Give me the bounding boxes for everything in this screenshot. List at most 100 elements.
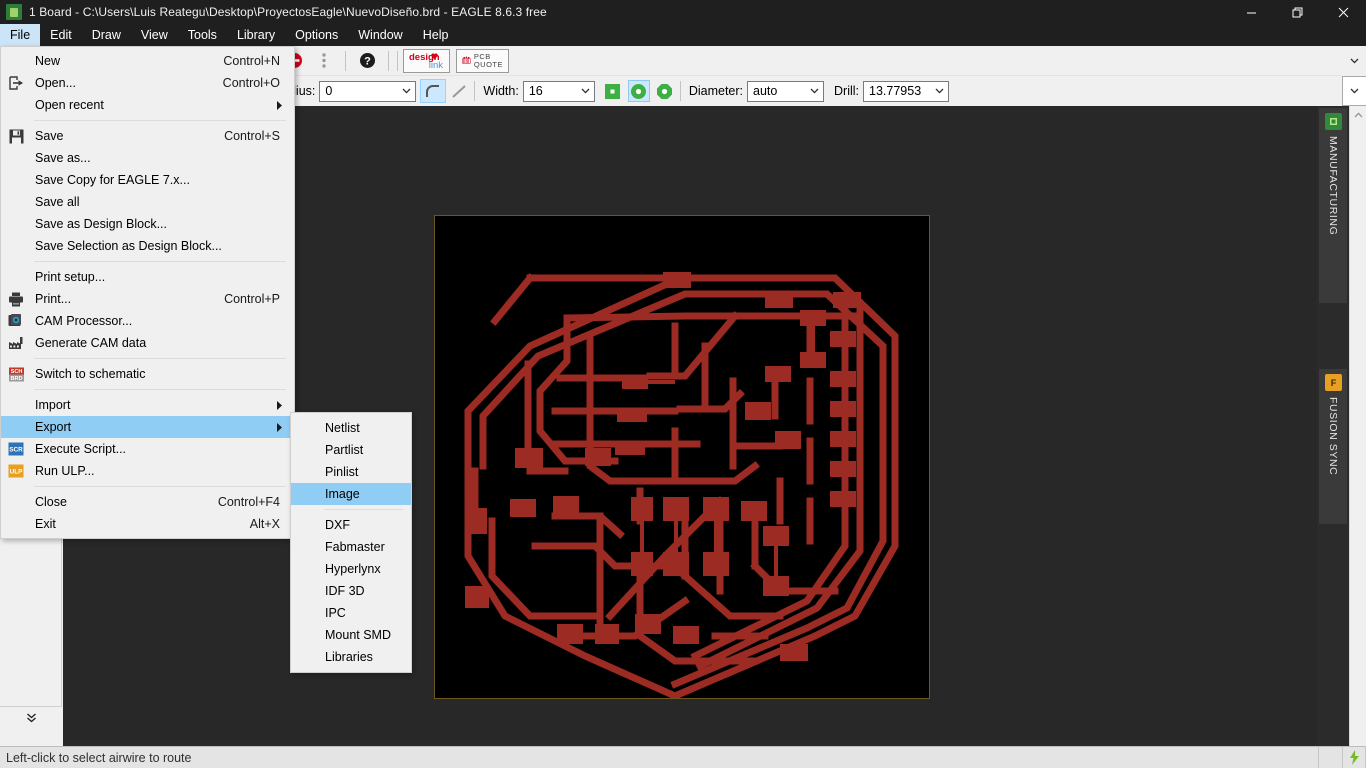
pad-octagon-icon[interactable] bbox=[654, 80, 676, 102]
export-menu-item-dxf[interactable]: DXF bbox=[291, 514, 411, 536]
file-menu-label-save-selection-as-design-block: Save Selection as Design Block... bbox=[35, 239, 222, 253]
menu-window[interactable]: Window bbox=[348, 24, 412, 46]
no-icon bbox=[1, 191, 31, 213]
export-menu-item-idf3d[interactable]: IDF 3D bbox=[291, 580, 411, 602]
file-menu-item-run-ulp[interactable]: ULP Run ULP... bbox=[1, 460, 294, 482]
chevron-up-icon[interactable] bbox=[1350, 106, 1366, 123]
design-link-label-bottom: link bbox=[428, 59, 443, 71]
restore-icon[interactable] bbox=[1274, 0, 1320, 24]
menu-bar: File Edit Draw View Tools Library Option… bbox=[0, 24, 1366, 46]
chevron-down-icon[interactable] bbox=[398, 82, 415, 101]
file-menu-item-open-recent[interactable]: Open recent bbox=[1, 94, 294, 116]
file-menu-item-export[interactable]: Export bbox=[1, 416, 294, 438]
file-menu-label-exit: Exit bbox=[35, 517, 56, 531]
menu-draw[interactable]: Draw bbox=[82, 24, 131, 46]
chevron-down-icon[interactable] bbox=[931, 82, 948, 101]
pcb-traces bbox=[464, 272, 899, 698]
file-menu-item-new[interactable]: New Control+N bbox=[1, 50, 294, 72]
pad-square-icon[interactable] bbox=[602, 80, 624, 102]
eagle-brd-icon bbox=[6, 4, 22, 20]
status-cell-blank bbox=[1318, 746, 1342, 768]
file-menu-item-close[interactable]: Close Control+F4 bbox=[1, 491, 294, 513]
pcb-board[interactable] bbox=[434, 215, 930, 699]
pad-round-icon[interactable] bbox=[627, 80, 650, 102]
svg-text:F: F bbox=[1330, 378, 1336, 388]
design-link-button[interactable]: design link bbox=[403, 48, 450, 73]
round-miter-icon[interactable] bbox=[420, 79, 447, 103]
export-menu-item-libraries[interactable]: Libraries bbox=[291, 646, 411, 668]
file-menu-label-switch-to-schematic: Switch to schematic bbox=[35, 367, 146, 381]
diameter-value: auto bbox=[753, 84, 778, 98]
menu-options[interactable]: Options bbox=[285, 24, 348, 46]
drill-combo[interactable]: 13.77953 bbox=[863, 80, 950, 102]
svg-text:SCH: SCH bbox=[10, 369, 22, 375]
file-menu-item-save-as[interactable]: Save as... bbox=[1, 147, 294, 169]
submenu-arrow-icon bbox=[277, 394, 282, 416]
radius-combo[interactable]: 0 bbox=[319, 80, 417, 102]
file-menu-item-save-selection-as-design-block[interactable]: Save Selection as Design Block... bbox=[1, 235, 294, 257]
help-button[interactable]: ? bbox=[352, 48, 382, 74]
file-menu-label-run-ulp: Run ULP... bbox=[35, 464, 95, 478]
toolbar2-overflow-button[interactable] bbox=[1342, 76, 1366, 106]
file-menu-item-exit[interactable]: Exit Alt+X bbox=[1, 513, 294, 535]
export-menu-item-pinlist[interactable]: Pinlist bbox=[291, 461, 411, 483]
file-menu-item-print[interactable]: Print... Control+P bbox=[1, 288, 294, 310]
svg-text:SCR: SCR bbox=[9, 447, 23, 454]
width-combo[interactable]: 16 bbox=[522, 80, 595, 102]
export-menu-item-netlist[interactable]: Netlist bbox=[291, 417, 411, 439]
menu-help[interactable]: Help bbox=[413, 24, 459, 46]
save-icon bbox=[1, 125, 31, 147]
diameter-combo[interactable]: auto bbox=[747, 80, 825, 102]
file-menu-label-print-setup: Print setup... bbox=[35, 270, 106, 284]
export-submenu-popup[interactable]: Netlist Partlist Pinlist Image DXF Fabma… bbox=[290, 412, 412, 673]
status-message: Left-click to select airwire to route bbox=[6, 750, 192, 765]
menu-library[interactable]: Library bbox=[227, 24, 285, 46]
chevron-down-icon[interactable] bbox=[806, 82, 823, 101]
menu-tools[interactable]: Tools bbox=[178, 24, 227, 46]
export-menu-item-ipc[interactable]: IPC bbox=[291, 602, 411, 624]
export-menu-item-image[interactable]: Image bbox=[291, 483, 411, 505]
file-menu-item-generate-cam-data[interactable]: Generate CAM data bbox=[1, 332, 294, 354]
file-menu-item-open[interactable]: Open... Control+O bbox=[1, 72, 294, 94]
file-menu-item-save-as-design-block[interactable]: Save as Design Block... bbox=[1, 213, 294, 235]
file-menu-label-save-as: Save as... bbox=[35, 151, 91, 165]
svg-text:?: ? bbox=[364, 56, 371, 68]
export-menu-item-mount-smd[interactable]: Mount SMD bbox=[291, 624, 411, 646]
status-right-group bbox=[1318, 746, 1366, 768]
file-menu-item-execute-script[interactable]: SCR Execute Script... bbox=[1, 438, 294, 460]
dock-panel-manufacturing[interactable]: MANUFACTURING bbox=[1319, 108, 1347, 303]
export-menu-item-hyperlynx[interactable]: Hyperlynx bbox=[291, 558, 411, 580]
menu-edit[interactable]: Edit bbox=[40, 24, 82, 46]
file-menu-separator bbox=[34, 486, 286, 487]
export-menu-item-fabmaster[interactable]: Fabmaster bbox=[291, 536, 411, 558]
file-menu-label-execute-script: Execute Script... bbox=[35, 442, 127, 456]
export-menu-item-partlist[interactable]: Partlist bbox=[291, 439, 411, 461]
menu-file[interactable]: File bbox=[0, 24, 41, 46]
svg-text:ULP: ULP bbox=[10, 469, 24, 476]
close-icon[interactable] bbox=[1320, 0, 1366, 24]
file-menu-item-save-copy-eagle7[interactable]: Save Copy for EAGLE 7.x... bbox=[1, 169, 294, 191]
straight-miter-icon[interactable] bbox=[446, 79, 472, 103]
file-menu-shortcut-save: Control+S bbox=[224, 129, 280, 143]
file-menu-popup[interactable]: New Control+N Open... Control+O Open rec… bbox=[0, 46, 295, 539]
file-menu-item-import[interactable]: Import bbox=[1, 394, 294, 416]
file-menu-item-print-setup[interactable]: Print setup... bbox=[1, 266, 294, 288]
palette-more-button[interactable] bbox=[0, 706, 62, 728]
menu-view[interactable]: View bbox=[131, 24, 178, 46]
pcb-icon bbox=[462, 56, 471, 64]
lightning-icon[interactable] bbox=[1342, 746, 1366, 768]
chevron-down-icon[interactable] bbox=[577, 82, 594, 101]
file-menu-item-cam-processor[interactable]: CAM Processor... bbox=[1, 310, 294, 332]
dock-panel-fusion-sync[interactable]: F FUSION SYNC bbox=[1319, 369, 1347, 524]
more-button[interactable] bbox=[309, 48, 339, 74]
canvas-vertical-scrollbar[interactable] bbox=[1349, 106, 1366, 766]
window-title: 1 Board - C:\Users\Luis Reategu\Desktop\… bbox=[29, 5, 547, 19]
toolbar-overflow-button[interactable] bbox=[1342, 46, 1366, 76]
no-icon bbox=[1, 50, 31, 72]
pcb-quote-button[interactable]: PCB QUOTE bbox=[456, 48, 509, 73]
file-menu-label-save-as-design-block: Save as Design Block... bbox=[35, 217, 168, 231]
file-menu-item-save[interactable]: Save Control+S bbox=[1, 125, 294, 147]
file-menu-item-save-all[interactable]: Save all bbox=[1, 191, 294, 213]
minimize-icon[interactable] bbox=[1228, 0, 1274, 24]
file-menu-item-switch-to-schematic[interactable]: SCH BRD Switch to schematic bbox=[1, 363, 294, 385]
